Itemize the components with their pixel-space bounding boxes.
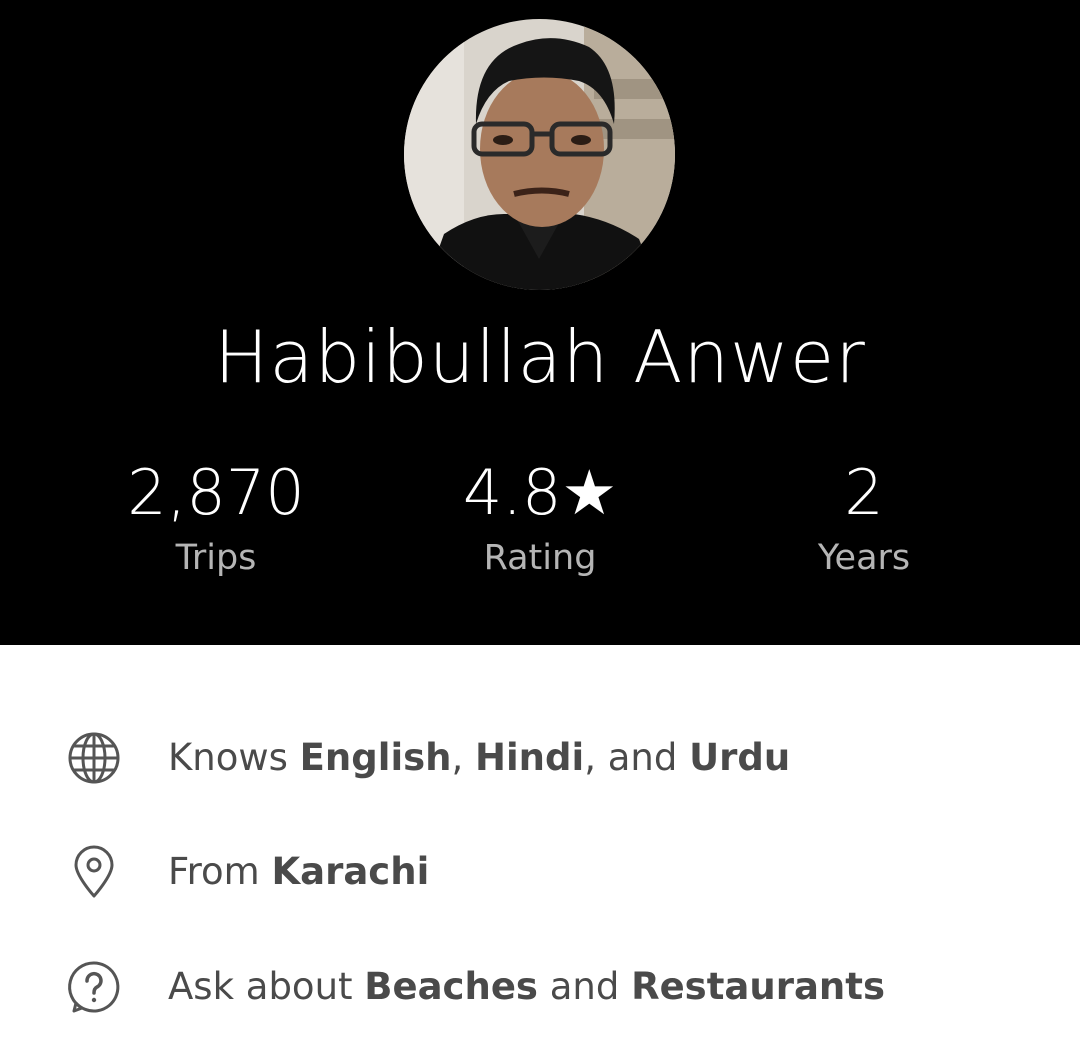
hometown-row: From Karachi — [0, 832, 1080, 912]
globe-icon — [66, 730, 122, 786]
ask-about-row: Ask about Beaches and Restaurants — [0, 947, 1080, 1027]
language-english: English — [299, 736, 452, 779]
avatar-photo — [404, 19, 675, 290]
languages-text: Knows English, Hindi, and Urdu — [168, 718, 790, 798]
location-pin-icon — [66, 844, 122, 900]
years-value: 2 — [844, 456, 884, 529]
ask-separator: and — [537, 965, 632, 1008]
trips-count: 2,870 — [127, 456, 305, 529]
topic-restaurants: Restaurants — [631, 965, 885, 1008]
avatar[interactable] — [404, 19, 675, 290]
trips-label: Trips — [175, 538, 257, 578]
rating-label: Rating — [483, 538, 597, 578]
stat-rating: 4.8★ Rating — [370, 455, 710, 581]
languages-row: Knows English, Hindi, and Urdu — [0, 718, 1080, 798]
hometown-text: From Karachi — [168, 832, 429, 912]
topic-beaches: Beaches — [364, 965, 538, 1008]
language-urdu: Urdu — [689, 736, 791, 779]
languages-separator-and: , and — [584, 736, 690, 779]
profile-header: Habibullah Anwer 2,870 Trips 4.8★ Rating… — [0, 0, 1080, 645]
driver-name: Habibullah Anwer — [214, 315, 866, 399]
ask-about-text: Ask about Beaches and Restaurants — [168, 947, 885, 1027]
stat-trips: 2,870 Trips — [46, 455, 386, 581]
ask-prefix: Ask about — [168, 965, 365, 1008]
stat-years: 2 Years — [694, 455, 1034, 581]
hometown-city: Karachi — [271, 850, 430, 893]
languages-separator: , — [451, 736, 476, 779]
hometown-prefix: From — [168, 850, 272, 893]
language-hindi: Hindi — [475, 736, 585, 779]
languages-prefix: Knows — [168, 736, 300, 779]
years-label: Years — [817, 538, 911, 578]
rating-value: 4.8★ — [462, 456, 618, 529]
question-icon — [66, 959, 122, 1015]
